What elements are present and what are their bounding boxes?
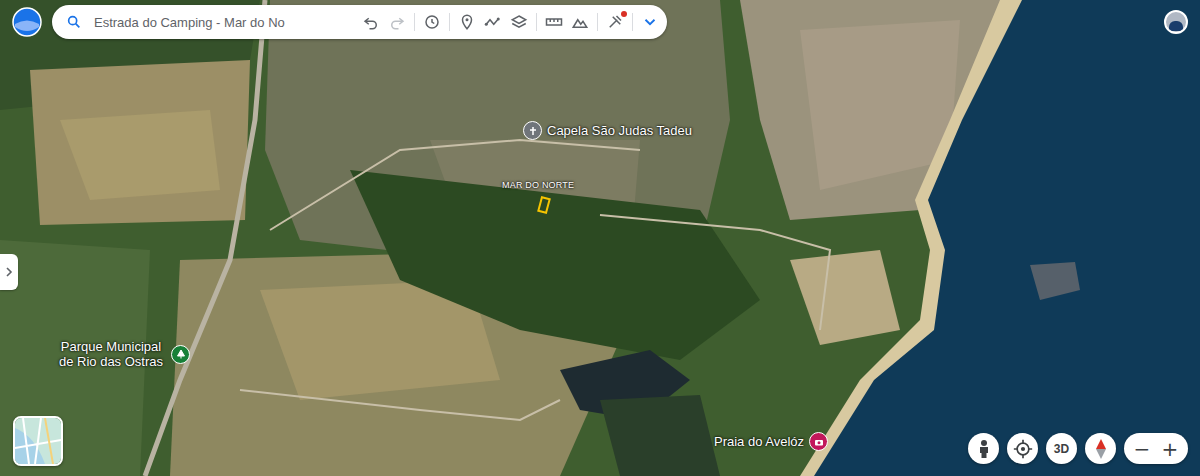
label-text: MAR DO NORTE — [502, 180, 574, 190]
search-icon — [66, 14, 82, 30]
redo-icon[interactable] — [388, 13, 406, 31]
map-controls: 3D −+ — [968, 433, 1188, 464]
toolbar: Estrada do Camping - Mar do No — [52, 5, 667, 39]
history-icon[interactable] — [423, 13, 441, 31]
label-text: Capela São Judas Tadeu — [547, 123, 692, 138]
3d-toggle-button[interactable]: 3D — [1046, 433, 1077, 464]
zoom-out-button[interactable]: − — [1128, 433, 1156, 464]
zoom-control: −+ — [1124, 433, 1188, 464]
place-pin-icon[interactable] — [523, 121, 542, 140]
label-text: Praia do Avelóz — [714, 434, 804, 449]
parcel-outline[interactable] — [538, 197, 549, 213]
street-view-button[interactable] — [968, 433, 999, 464]
map-label[interactable]: Praia do Avelóz — [714, 432, 828, 451]
separator — [449, 13, 450, 31]
earth-logo-icon[interactable] — [12, 7, 42, 37]
separator — [632, 13, 633, 31]
map-view[interactable]: Estrada do Camping - Mar do No Capela São… — [0, 0, 1200, 476]
pegman-icon — [976, 439, 992, 459]
account-avatar-icon[interactable] — [1164, 10, 1188, 34]
label-text: Parque Municipal de Rio das Ostras — [56, 339, 166, 369]
separator — [414, 13, 415, 31]
chevron-right-icon — [5, 267, 13, 277]
map-style-thumbnail[interactable] — [13, 416, 63, 466]
mountain-icon[interactable] — [571, 13, 589, 31]
camera-pin-icon[interactable] — [809, 432, 828, 451]
undo-icon[interactable] — [362, 13, 380, 31]
map-label[interactable]: Parque Municipal de Rio das Ostras — [56, 339, 191, 369]
layers-icon[interactable] — [510, 13, 528, 31]
zoom-in-button[interactable]: + — [1156, 433, 1184, 464]
tool-group — [362, 13, 659, 31]
separator — [597, 13, 598, 31]
search-field[interactable]: Estrada do Camping - Mar do No — [66, 14, 285, 30]
search-value[interactable]: Estrada do Camping - Mar do No — [94, 15, 285, 30]
my-location-button[interactable] — [1007, 433, 1038, 464]
compass-icon — [1094, 438, 1108, 460]
expand-panel-button[interactable] — [0, 254, 18, 290]
notification-dot — [621, 11, 627, 17]
map-label[interactable]: MAR DO NORTE — [502, 180, 574, 190]
tools-button[interactable] — [606, 13, 624, 31]
ruler-icon[interactable] — [545, 13, 563, 31]
compass-button[interactable] — [1085, 433, 1116, 464]
path-icon[interactable] — [484, 13, 502, 31]
crosshair-icon — [1013, 439, 1033, 459]
satellite-imagery[interactable] — [0, 0, 1200, 476]
separator — [536, 13, 537, 31]
placemark-icon[interactable] — [458, 13, 476, 31]
chevron-down-icon[interactable] — [641, 13, 659, 31]
tree-pin-icon[interactable] — [171, 345, 190, 364]
map-label[interactable]: Capela São Judas Tadeu — [523, 121, 692, 140]
